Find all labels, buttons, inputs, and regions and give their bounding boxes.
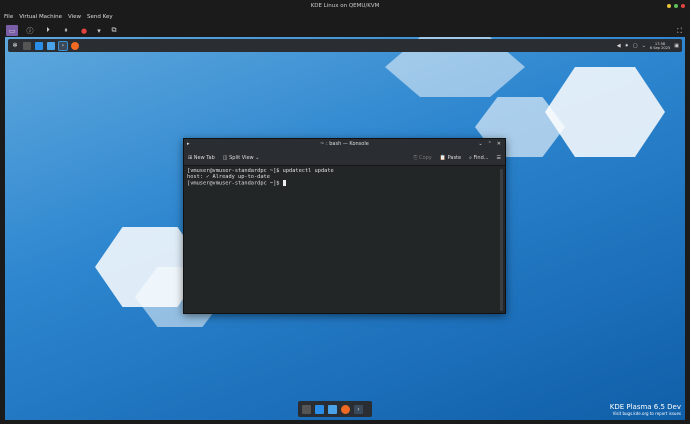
copy-label: Copy	[419, 154, 432, 161]
pager-icon[interactable]	[302, 404, 311, 414]
pager-icon[interactable]	[23, 41, 31, 50]
tray-expand-icon[interactable]: ⌄	[642, 43, 646, 49]
discover-icon[interactable]	[315, 404, 324, 414]
copy-icon: ⎘	[413, 154, 418, 161]
branding-title: KDE Plasma 6.5 Dev	[609, 403, 681, 411]
paste-icon: 📋	[439, 154, 446, 161]
snapshot-icon[interactable]: ⧉	[108, 25, 120, 36]
display-icon[interactable]: ▭	[6, 25, 18, 36]
window-title: KDE Linux on QEMU/KVM	[310, 3, 380, 9]
chevron-down-icon: ⌄	[255, 154, 260, 161]
terminal-scrollbar[interactable]	[500, 169, 503, 311]
top-panel: ✻ › ◀ ✷ ▢ ⌄ 17:58 6 Sep 2025 ▣	[8, 39, 682, 52]
volume-icon[interactable]: ◀	[617, 43, 621, 49]
search-icon: ⌕	[469, 154, 472, 161]
split-view-label: Split View	[229, 154, 254, 161]
find-label: Find...	[473, 154, 489, 161]
menu-view[interactable]: View	[68, 14, 81, 20]
konsole-app-icon: ▸	[187, 141, 190, 147]
konsole-titlebar: ▸ ~ : bash — Konsole ⌄ ⌃ ✕	[184, 139, 505, 150]
terminal-output[interactable]: [vmuser@vmuser-standardpc ~]$ updatectl …	[184, 166, 505, 189]
menubar: File Virtual Machine View Send Key	[4, 14, 113, 20]
konsole-minimize-icon[interactable]: ⌄	[478, 139, 482, 150]
window-titlebar: KDE Linux on QEMU/KVM	[0, 0, 690, 12]
menu-virtual-machine[interactable]: Virtual Machine	[19, 14, 62, 20]
find-button[interactable]: ⌕ Find...	[469, 155, 488, 161]
branding-subtitle: Visit bugs.kde.org to report issues	[612, 411, 681, 416]
dolphin-icon[interactable]	[47, 41, 55, 50]
pause-icon[interactable]: ⏸	[60, 25, 72, 36]
details-icon[interactable]: ⓘ	[24, 25, 36, 36]
konsole-window: ▸ ~ : bash — Konsole ⌄ ⌃ ✕ ⊞ New Tab ◫ Spl…	[183, 138, 506, 314]
terminal-line: [vmuser@vmuser-standardpc ~]$	[187, 180, 283, 187]
dropdown-icon[interactable]: ▾	[96, 25, 102, 36]
konsole-task-icon[interactable]: ›	[58, 40, 68, 51]
vm-display[interactable]: ✻ › ◀ ✷ ▢ ⌄ 17:58 6 Sep 2025 ▣ ▸ ~ : bash…	[5, 37, 685, 420]
split-view-icon: ◫	[222, 154, 228, 161]
clock-date: 6 Sep 2025	[649, 45, 671, 50]
konsole-toolbar: ⊞ New Tab ◫ Split View ⌄ ⎘ Copy 📋 Paste …	[184, 150, 505, 166]
maximize-button[interactable]	[674, 4, 678, 8]
konsole-close-icon[interactable]: ✕	[497, 139, 501, 150]
show-desktop-icon[interactable]: ▣	[674, 43, 679, 49]
fullscreen-icon[interactable]: ⛶	[677, 27, 682, 36]
clipboard-icon[interactable]: ▢	[633, 43, 638, 49]
shutdown-icon[interactable]: ●	[78, 25, 90, 36]
new-tab-button[interactable]: ⊞ New Tab	[188, 155, 215, 161]
konsole-task-icon[interactable]: ›	[354, 404, 363, 414]
menu-send-key[interactable]: Send Key	[87, 14, 113, 20]
brightness-icon[interactable]: ✷	[625, 43, 629, 49]
new-tab-label: New Tab	[193, 154, 215, 161]
bottom-dock: ›	[298, 401, 372, 417]
hamburger-menu-icon[interactable]: ☰	[497, 155, 501, 161]
paste-label: Paste	[447, 154, 462, 161]
menu-file[interactable]: File	[4, 14, 13, 20]
split-view-button[interactable]: ◫ Split View ⌄	[223, 155, 260, 161]
copy-button[interactable]: ⎘ Copy	[413, 155, 431, 161]
konsole-maximize-icon[interactable]: ⌃	[488, 139, 492, 150]
new-tab-icon: ⊞	[188, 154, 193, 161]
vm-toolbar: ▭ ⓘ ⏵ ⏸ ● ▾ ⧉	[6, 25, 120, 36]
minimize-button[interactable]	[667, 4, 671, 8]
discover-icon[interactable]	[35, 41, 43, 50]
konsole-title: ~ : bash — Konsole	[320, 141, 369, 147]
app-launcher-icon[interactable]: ✻	[11, 42, 19, 50]
firefox-icon[interactable]	[341, 404, 350, 414]
clock[interactable]: 17:58 6 Sep 2025	[650, 42, 671, 50]
terminal-cursor	[282, 180, 286, 187]
plasma-branding: KDE Plasma 6.5 Dev Visit bugs.kde.org to…	[610, 403, 681, 416]
paste-button[interactable]: 📋 Paste	[440, 155, 461, 161]
firefox-icon[interactable]	[71, 41, 79, 50]
close-button[interactable]	[681, 4, 685, 8]
play-icon[interactable]: ⏵	[42, 25, 54, 36]
dolphin-icon[interactable]	[328, 404, 337, 414]
